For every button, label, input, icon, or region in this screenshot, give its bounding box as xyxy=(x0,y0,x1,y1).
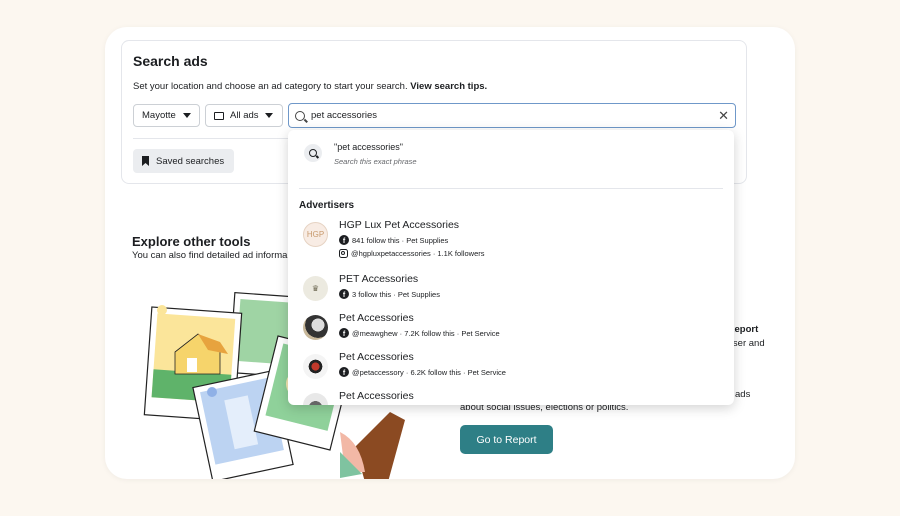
facebook-icon: f xyxy=(339,367,349,377)
advertiser-avatar xyxy=(303,393,328,405)
divider xyxy=(133,138,288,139)
exact-phrase-text: "pet accessories" xyxy=(334,142,403,152)
location-dropdown[interactable]: Mayotte xyxy=(133,104,200,127)
bookmark-icon xyxy=(142,156,149,166)
advertiser-facebook-meta: f @petaccessory · 6.2K follow this · Pet … xyxy=(339,367,506,377)
advertiser-avatar: ♛ xyxy=(303,276,328,301)
advertiser-facebook-meta: f 841 follow this · Pet Supplies xyxy=(339,235,485,245)
explore-tools-title: Explore other tools xyxy=(132,234,251,249)
location-value: Mayotte xyxy=(142,110,176,121)
advertiser-item[interactable]: Pet Accessories xyxy=(303,389,414,405)
advertiser-item[interactable]: Pet Accessories f @petaccessory · 6.2K fo… xyxy=(303,350,506,379)
advertiser-avatar: HGP xyxy=(303,222,328,247)
search-ads-title: Search ads xyxy=(133,53,208,69)
caret-down-icon xyxy=(183,113,191,118)
search-icon xyxy=(309,149,317,157)
advertiser-name: PET Accessories xyxy=(339,273,419,285)
advertiser-name: Pet Accessories xyxy=(339,351,414,363)
advertiser-name: Pet Accessories xyxy=(339,390,414,402)
advertisers-heading: Advertisers xyxy=(299,200,355,211)
advertiser-item[interactable]: HGP HGP Lux Pet Accessories f 841 follow … xyxy=(303,218,485,258)
caret-down-icon xyxy=(264,113,273,118)
facebook-icon: f xyxy=(339,235,349,245)
phrase-search-icon-wrapper xyxy=(304,144,322,162)
advertiser-instagram-meta: @hgpluxpetaccessories · 1.1K followers xyxy=(339,249,485,258)
decor-shapes xyxy=(340,412,405,479)
close-icon[interactable]: ✕ xyxy=(718,109,729,122)
view-search-tips-link[interactable]: View search tips. xyxy=(410,81,487,92)
go-to-report-button[interactable]: Go to Report xyxy=(460,425,553,454)
advertiser-facebook-meta: f3 follow this · Pet Supplies xyxy=(339,289,440,299)
advertiser-avatar xyxy=(303,315,328,340)
explore-tools-subtitle: You can also find detailed ad informa xyxy=(132,250,288,261)
search-ads-subtitle: Set your location and choose an ad categ… xyxy=(133,81,488,92)
ad-category-icon xyxy=(214,111,224,120)
exact-phrase-note: Search this exact phrase xyxy=(334,157,417,166)
advertiser-name: Pet Accessories xyxy=(339,312,414,324)
facebook-icon: f xyxy=(339,328,349,338)
exact-phrase-suggestion[interactable]: "pet accessories" Search this exact phra… xyxy=(304,142,417,166)
ad-category-dropdown[interactable]: All ads xyxy=(205,104,283,127)
report-text-fragment-2: ads xyxy=(735,389,751,400)
ad-category-value: All ads xyxy=(230,110,259,121)
saved-searches-button[interactable]: Saved searches xyxy=(133,149,234,173)
advertiser-name: HGP Lux Pet Accessories xyxy=(339,219,460,231)
instagram-icon xyxy=(339,249,348,258)
search-input[interactable] xyxy=(311,110,719,121)
search-icon xyxy=(295,110,305,121)
facebook-icon: f xyxy=(339,289,349,299)
advertiser-avatar xyxy=(303,354,328,379)
advertiser-facebook-meta: f @meawghew · 7.2K follow this · Pet Serv… xyxy=(339,328,500,338)
search-suggestions-dropdown: "pet accessories" Search this exact phra… xyxy=(288,130,734,405)
divider xyxy=(299,188,723,189)
advertiser-item[interactable]: Pet Accessories f @meawghew · 7.2K follow… xyxy=(303,311,500,340)
saved-searches-label: Saved searches xyxy=(156,155,225,167)
advertiser-item[interactable]: ♛ PET Accessories f3 follow this · Pet S… xyxy=(303,272,440,301)
search-field[interactable]: ✕ xyxy=(288,103,736,128)
